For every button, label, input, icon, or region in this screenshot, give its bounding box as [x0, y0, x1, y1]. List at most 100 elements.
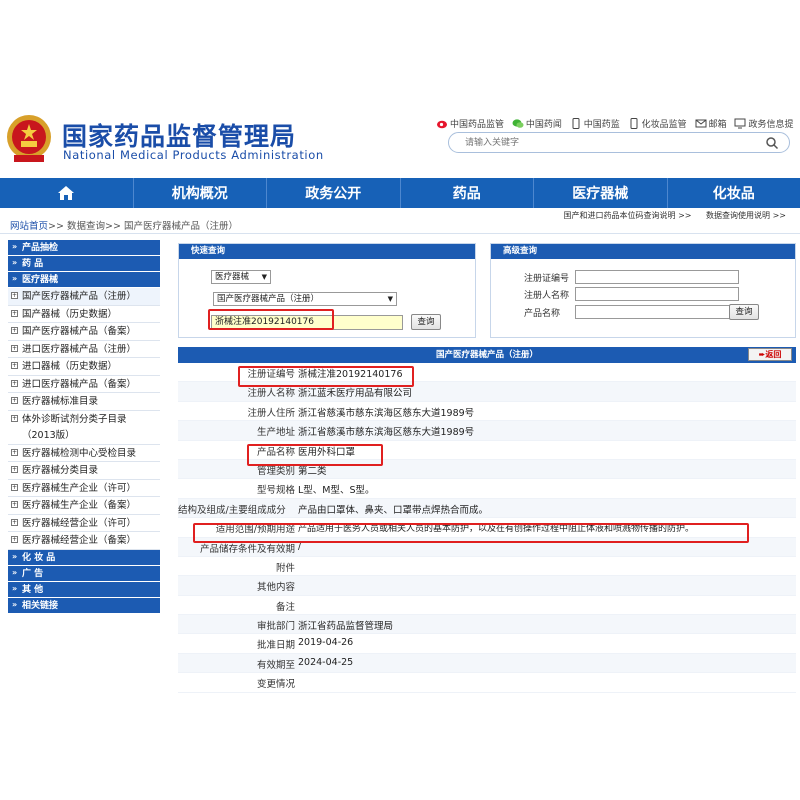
row-label: 其他内容 [256, 582, 295, 594]
sidebar-item-domestic-filing[interactable]: + 国产医疗器械产品（备案） [8, 323, 160, 341]
toplink-monitor[interactable]: 政务信息提 [734, 117, 793, 130]
plus-box-icon: + [11, 309, 18, 317]
sidebar-item-import-history[interactable]: + 进口器械（历史数据） [8, 358, 160, 376]
nav-item-gov[interactable]: 政务公开 [267, 178, 401, 208]
sidebar-item-test-center[interactable]: + 医疗器械检测中心受检目录 [8, 444, 160, 462]
sidebar-item-label: 医疗器械经营企业（许可） [22, 517, 137, 529]
sidebar-item-import-reg[interactable]: + 进口医疗器械产品（注册） [8, 340, 160, 358]
chevron-icon: » [12, 274, 18, 283]
nav-home[interactable] [0, 178, 134, 208]
tool-links: 国产和进口药品本位码查询说明 >> 数据查询使用说明 >> [552, 210, 786, 221]
nav-item-org[interactable]: 机构概况 [134, 178, 267, 208]
sidebar-section-links[interactable]: » 相关链接 [8, 597, 160, 614]
table-row: 变更情况 [178, 673, 796, 693]
page: 国家药品监督管理局 National Medical Products Admi… [0, 0, 800, 800]
plus-box-icon: + [11, 466, 18, 473]
sidebar-section-drugs[interactable]: » 药 品 [8, 256, 160, 272]
plus-box-icon: + [11, 501, 18, 508]
data-query-help-link[interactable]: 数据查询使用说明 >> [706, 211, 786, 220]
sidebar-item-label: 国产器械（历史数据） [22, 308, 118, 320]
chevron-icon: » [12, 567, 18, 577]
table-row: 有效期至 2024-04-25 [178, 653, 796, 674]
toplink-mail[interactable]: 邮箱 [695, 117, 727, 130]
category-select[interactable]: 医疗器械 ▼ [211, 270, 271, 284]
registrant-input[interactable] [575, 287, 739, 301]
back-label: 返回 [765, 350, 782, 359]
row-label: 变更情况 [256, 679, 295, 691]
plus-box-icon: + [11, 327, 18, 334]
reg-no-label: 注册证编号 [524, 274, 570, 284]
quick-query-button[interactable]: 查询 [411, 314, 441, 330]
sidebar-item-mfr-filing[interactable]: + 医疗器械生产企业（备案） [8, 497, 160, 515]
row-value: 2024-04-25 [298, 656, 354, 668]
sidebar-section-label: 药 品 [22, 259, 44, 269]
chevron-icon: » [12, 599, 18, 609]
row-value: 第二类 [298, 465, 327, 477]
advanced-query-button[interactable]: 查询 [729, 304, 759, 320]
plus-box-icon: + [11, 362, 18, 369]
reg-no-input[interactable] [575, 270, 739, 284]
nav-item-drugs[interactable]: 药品 [401, 178, 534, 208]
table-row: 产品名称 医用外科口罩 [178, 441, 796, 460]
toplink-mobile-1[interactable]: 中国药监 [570, 117, 620, 130]
sidebar: » 产品抽检 » 药 品 » 医疗器械 + 国产医疗器械产品（注册） + 国产器械（历史数… [8, 240, 160, 630]
category-select-value: 医疗器械 [215, 272, 250, 282]
row-value: 浙江省慈溪市慈东滨海区慈东大道1989号 [298, 427, 475, 439]
table-row: 产品储存条件及有效期 / [178, 537, 796, 557]
sidebar-item-import-filing[interactable]: + 进口医疗器械产品（备案） [8, 375, 160, 393]
row-value: L型、M型、S型。 [298, 485, 375, 497]
toplink-mobile-2[interactable]: 化妆品监管 [628, 117, 687, 130]
detail-title: 国产医疗器械产品（注册） [435, 350, 538, 360]
row-label: 有效期至 [256, 659, 295, 671]
plus-box-icon: + [11, 414, 18, 422]
sidebar-section-ads[interactable]: » 广 告 [8, 565, 160, 582]
nav-item-cosmetics[interactable]: 化妆品 [668, 178, 800, 208]
row-value: 浙械注准20192140176 [298, 369, 403, 380]
detail-table: 国产医疗器械产品（注册） ➨返回 注册证编号 浙械注准20192140176 注册… [178, 347, 796, 700]
detail-header: 国产医疗器械产品（注册） ➨返回 [178, 347, 796, 363]
row-label: 型号规格 [256, 485, 295, 497]
sidebar-item-standards[interactable]: + 医疗器械标准目录 [8, 393, 160, 411]
sidebar-section-cosmetics[interactable]: » 化 妆 品 [8, 549, 160, 566]
national-emblem-icon [7, 115, 51, 162]
sidebar-section-sampling[interactable]: » 产品抽检 [8, 240, 160, 256]
sidebar-section-other[interactable]: » 其 他 [8, 581, 160, 598]
sidebar-section-label: 相关链接 [22, 600, 59, 611]
toplink-wechat[interactable]: 中国药闻 [512, 117, 562, 130]
quick-query-input[interactable]: 浙械注准20192140176 [211, 315, 403, 330]
row-label: 注册人名称 [247, 388, 295, 400]
sidebar-item-domestic-history[interactable]: + 国产器械（历史数据） [8, 305, 160, 323]
table-row: 结构及组成/主要组成成分 产品由口罩体、鼻夹、口罩带点焊热合而成。 [178, 498, 796, 519]
search-input[interactable] [465, 136, 755, 150]
sidebar-item-dealer-filing[interactable]: + 医疗器械经营企业（备案） [8, 532, 160, 550]
row-label: 生产地址 [256, 427, 295, 439]
sidebar-item-dealer-license[interactable]: + 医疗器械经营企业（许可） [8, 514, 160, 532]
code-query-help-link[interactable]: 国产和进口药品本位码查询说明 >> [564, 211, 692, 220]
nav-item-devices[interactable]: 医疗器械 [534, 178, 668, 208]
row-label: 备注 [275, 601, 295, 613]
sidebar-item-label: 医疗器械经营企业（备案） [22, 535, 137, 546]
registrant-label: 注册人名称 [524, 291, 570, 301]
detail-rows: 注册证编号 浙械注准20192140176 注册人名称 浙江蓝禾医疗用品有限公司 注… [178, 363, 796, 693]
sidebar-item-domestic-reg[interactable]: + 国产医疗器械产品（注册） [8, 288, 160, 306]
sidebar-item-label: 体外诊断试剂分类子目录（2013版） [22, 413, 127, 441]
toplink-weibo[interactable]: 中国药品监管 [436, 117, 504, 130]
breadcrumb-current: 国产医疗器械产品（注册） [123, 221, 238, 232]
back-button[interactable]: ➨返回 [748, 348, 792, 361]
table-row: 管理类别 第二类 [178, 459, 796, 480]
table-row: 批准日期 2019-04-26 [178, 634, 796, 654]
plus-box-icon: + [11, 536, 18, 543]
sidebar-section-devices[interactable]: » 医疗器械 [8, 272, 160, 288]
sidebar-item-ivd-catalog[interactable]: + 体外诊断试剂分类子目录（2013版） [8, 410, 160, 445]
search-icon[interactable] [765, 136, 779, 150]
product-name-input[interactable] [575, 305, 739, 319]
sidebar-item-classification[interactable]: + 医疗器械分类目录 [8, 462, 160, 480]
breadcrumb: 网站首页>> 数据查询>> 国产医疗器械产品（注册） [10, 218, 238, 232]
breadcrumb-data[interactable]: 数据查询 [67, 221, 105, 232]
toplink-label: 中国药品监管 [450, 120, 505, 130]
table-row: 附件 [178, 557, 796, 577]
subcategory-select[interactable]: 国产医疗器械产品（注册） ▼ [213, 292, 397, 306]
sidebar-item-mfr-license[interactable]: + 医疗器械生产企业（许可） [8, 479, 160, 497]
breadcrumb-home[interactable]: 网站首页 [10, 221, 48, 232]
row-label: 产品名称 [256, 446, 295, 458]
